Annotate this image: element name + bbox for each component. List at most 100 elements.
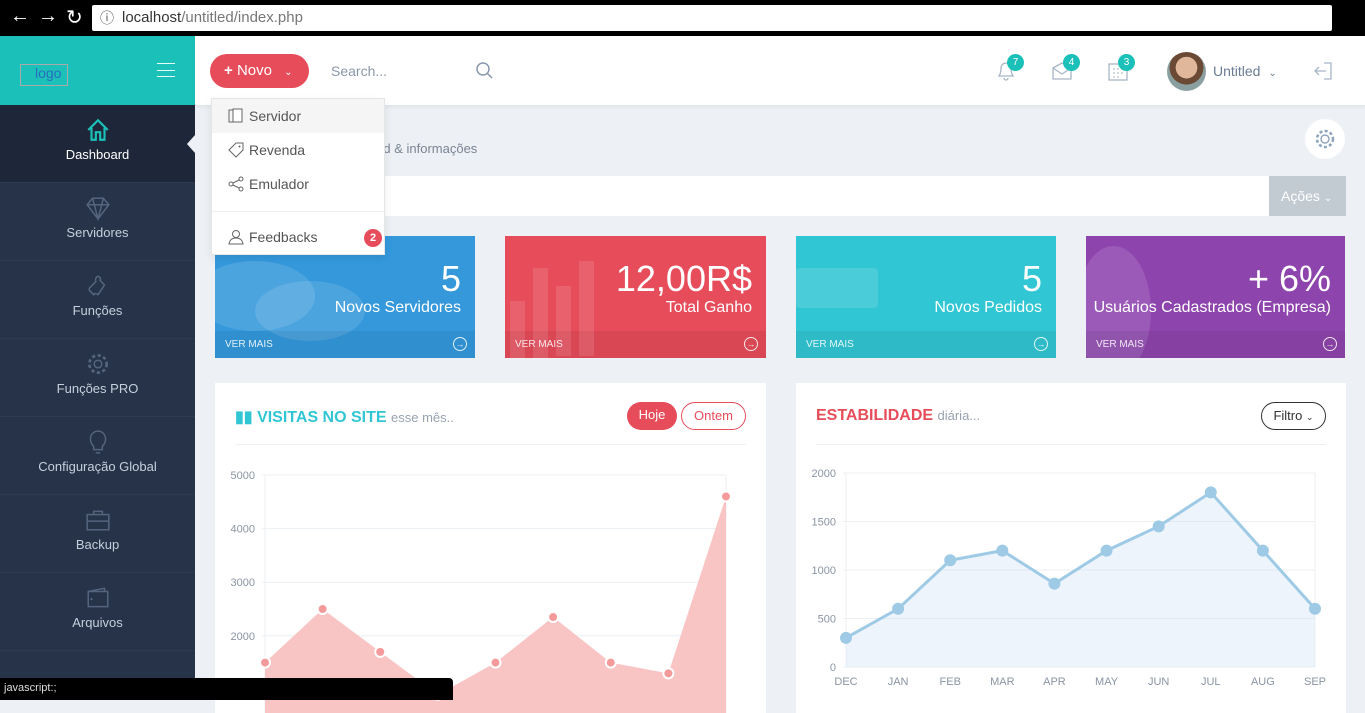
data-point xyxy=(1309,602,1321,615)
stability-chart: 2000 1500 1000 500 0 DEC JAN FEB MAR APR MAY JUN JUL… xyxy=(812,468,1326,688)
info-icon: ⓘ xyxy=(100,10,114,26)
data-point xyxy=(374,645,387,658)
data-point xyxy=(1204,486,1217,499)
browser-toolbar: ← → ↻ ⓘ localhost/untitled/index.php xyxy=(0,0,1365,36)
data-point xyxy=(604,656,617,669)
ver-mais-link[interactable]: VER MAIS → xyxy=(505,331,766,358)
feedbacks-badge: 2 xyxy=(364,229,382,247)
users-icon xyxy=(228,230,244,245)
sidebar-item-servidores[interactable]: Servidores xyxy=(0,183,195,261)
visits-panel: ▮▮ VISITAS NO SITE esse mês.. Hoje Ontem… xyxy=(215,383,766,713)
stat-card: 5 Novos Pedidos VER MAIS → xyxy=(796,236,1056,358)
stat-label: Novos Pedidos xyxy=(934,299,1042,316)
forward-icon[interactable]: → xyxy=(38,5,58,28)
sidebar-item-fun-es[interactable]: Funções xyxy=(0,261,195,339)
address-bar[interactable]: ⓘ localhost/untitled/index.php xyxy=(92,5,1332,31)
arrow-right-icon: → xyxy=(744,337,758,351)
data-point xyxy=(892,602,905,615)
data-point xyxy=(1100,544,1113,557)
search-input[interactable]: Search... xyxy=(331,63,387,79)
reload-icon[interactable]: ↻ xyxy=(66,5,83,30)
x-tick-label: MAY xyxy=(1095,676,1119,688)
x-tick-label: FEB xyxy=(940,676,961,688)
briefcase-icon xyxy=(85,510,110,531)
arrow-right-icon: → xyxy=(1323,337,1337,351)
x-tick-label: SEP xyxy=(1304,676,1326,688)
sidebar-item-configura-o-global[interactable]: Configuração Global xyxy=(0,417,195,495)
stability-panel: ESTABILIDADE diária... Filtro ⌄ 2000 1500… xyxy=(796,383,1346,713)
stat-value: 5 xyxy=(440,258,461,299)
search-icon[interactable] xyxy=(476,62,494,80)
sidebar-item-label: Funções PRO xyxy=(56,381,139,396)
stat-label: Total Ganho xyxy=(665,299,752,316)
sidebar-item-label: Configuração Global xyxy=(38,459,157,474)
stat-card: + 6% Usuários Cadastrados (Empresa) VER MA… xyxy=(1086,236,1345,358)
y-tick-label: 2000 xyxy=(231,631,255,643)
sidebar-item-arquivos[interactable]: Arquivos xyxy=(0,573,195,651)
bulb-icon xyxy=(89,430,106,454)
stat-value: 5 xyxy=(1021,258,1042,299)
data-point xyxy=(259,656,271,669)
x-tick-label: MAR xyxy=(990,676,1015,688)
sidebar-item-label: Funções xyxy=(72,303,123,318)
sidebar-item-backup[interactable]: Backup xyxy=(0,495,195,573)
settings-button[interactable] xyxy=(1305,119,1345,159)
sidebar-item-label: Dashboard xyxy=(65,147,130,162)
y-tick-label: 0 xyxy=(830,662,836,674)
sidebar-item-fun-es-pro[interactable]: Funções PRO xyxy=(0,339,195,417)
back-icon[interactable]: ← xyxy=(10,5,30,28)
stat-card: 12,00R$ Total Ganho VER MAIS → xyxy=(505,236,766,358)
divider xyxy=(212,211,384,212)
ver-mais-link[interactable]: VER MAIS → xyxy=(215,331,475,358)
y-tick-label: 1500 xyxy=(812,517,836,529)
x-tick-label: JAN xyxy=(888,676,909,688)
avatar[interactable] xyxy=(1167,52,1206,91)
stat-label: Novos Servidores xyxy=(334,299,461,316)
y-tick-label: 1000 xyxy=(812,565,836,577)
document-icon xyxy=(228,108,243,123)
menu-toggle-icon[interactable] xyxy=(157,63,175,77)
sidebar-item-label: Servidores xyxy=(66,225,129,240)
acoes-button[interactable]: Ações ⌄ xyxy=(1269,176,1346,216)
messages-badge: 4 xyxy=(1063,54,1080,71)
sidebar-item-dashboard[interactable]: Dashboard xyxy=(0,105,195,183)
data-point xyxy=(840,631,852,644)
area-fill xyxy=(846,492,1315,667)
data-point xyxy=(547,611,560,624)
x-tick-label: JUL xyxy=(1201,676,1221,688)
menu-item-emulador[interactable]: Emulador xyxy=(212,167,384,201)
arrow-right-icon: → xyxy=(1034,337,1048,351)
arrow-right-icon: → xyxy=(453,337,467,351)
x-tick-label: AUG xyxy=(1251,676,1275,688)
data-point xyxy=(1256,544,1269,557)
data-point xyxy=(944,554,957,567)
share-icon xyxy=(228,176,244,192)
ver-mais-link[interactable]: VER MAIS → xyxy=(796,331,1056,358)
logo[interactable]: logo xyxy=(20,64,68,86)
user-menu[interactable]: Untitled ⌄ xyxy=(1213,63,1277,79)
puzzle-icon xyxy=(88,275,105,296)
logout-icon[interactable] xyxy=(1312,60,1334,82)
menu-item-servidor[interactable]: Servidor xyxy=(212,99,384,133)
chevron-down-icon: ⌄ xyxy=(284,67,293,78)
tag-icon xyxy=(228,142,244,158)
x-tick-label: APR xyxy=(1043,676,1066,688)
y-tick-label: 500 xyxy=(818,614,836,626)
novo-dropdown-menu: Servidor Revenda Emulador Feedbacks 2 xyxy=(211,98,385,255)
menu-item-feedbacks[interactable]: Feedbacks 2 xyxy=(212,220,384,254)
visits-chart: 5000 4000 3000 2000 xyxy=(231,470,732,713)
novo-button[interactable]: + Novo ⌄ xyxy=(210,54,309,88)
data-point xyxy=(720,490,732,503)
diamond-icon xyxy=(85,197,110,221)
data-point xyxy=(1048,577,1061,590)
stat-label: Usuários Cadastrados (Empresa) xyxy=(1093,299,1331,316)
data-point xyxy=(996,544,1009,557)
gear-icon xyxy=(1315,129,1335,149)
ver-mais-link[interactable]: VER MAIS → xyxy=(1086,331,1345,358)
chevron-down-icon: ⌄ xyxy=(1323,193,1333,204)
y-tick-label: 3000 xyxy=(231,577,255,589)
calendar-badge: 3 xyxy=(1118,54,1135,71)
data-point xyxy=(662,667,675,680)
y-tick-label: 2000 xyxy=(812,468,836,480)
menu-item-revenda[interactable]: Revenda xyxy=(212,133,384,167)
